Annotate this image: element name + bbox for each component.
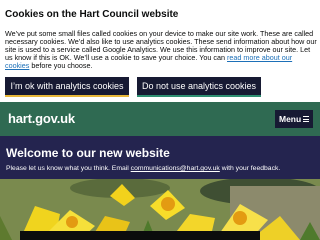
welcome-text: Please let us know what you think. Email…: [6, 165, 280, 172]
cookie-banner-text: We’ve put some small files called cookie…: [5, 29, 318, 71]
welcome-box: Welcome to our new website Please let us…: [0, 136, 320, 179]
welcome-title: Welcome to our new website: [6, 146, 170, 160]
site-logo[interactable]: hart.gov.uk: [8, 111, 75, 126]
accept-analytics-cookies-button[interactable]: I’m ok with analytics cookies: [5, 77, 129, 95]
site-header: hart.gov.uk Menu: [0, 102, 320, 136]
page: Cookies on the Hart Council website We’v…: [0, 0, 320, 240]
hero-banner: Welcome to our new website Please let us…: [0, 136, 320, 240]
bottom-dark-bar: [20, 231, 260, 240]
hamburger-icon: [303, 116, 309, 122]
cookie-banner: Cookies on the Hart Council website We’v…: [0, 0, 320, 102]
welcome-text-part-1: Please let us know what you think. Email: [6, 165, 131, 172]
welcome-text-part-2: with your feedback.: [219, 165, 281, 172]
cookie-banner-title: Cookies on the Hart Council website: [5, 9, 179, 20]
cookie-text-part-2: before you choose.: [29, 61, 93, 71]
feedback-email-link[interactable]: communications@hart.gov.uk: [131, 165, 220, 172]
menu-label: Menu: [279, 114, 302, 124]
reject-analytics-cookies-button[interactable]: Do not use analytics cookies: [137, 77, 261, 95]
menu-button[interactable]: Menu: [275, 110, 313, 128]
